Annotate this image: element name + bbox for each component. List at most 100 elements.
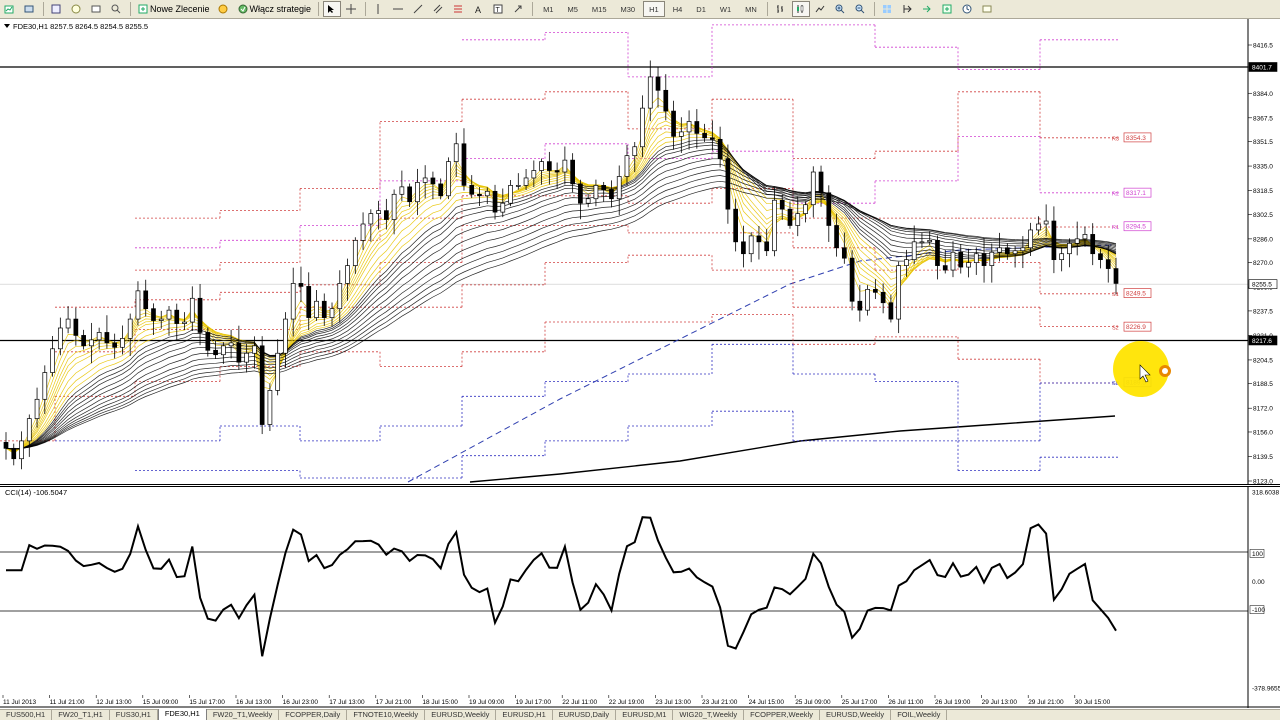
crosshair-tool-button[interactable] [343,1,361,17]
svg-text:R3: R3 [1112,136,1119,142]
time-axis-label: 19 Jul 09:00 [469,699,505,706]
chart-tab[interactable]: EURUSD,H1 [496,710,553,720]
time-axis-label: 12 Jul 13:00 [96,699,132,706]
upper-line-price-box: 8401.7 [1248,62,1278,72]
tester-button[interactable] [108,1,126,17]
chart-tab[interactable]: EURUSD,Weekly [820,710,892,720]
price-axis-label: 8351.5 [1253,139,1273,146]
tf-m30[interactable]: M30 [615,1,642,17]
autoscroll-button[interactable] [919,1,937,17]
main-toolbar: Nowe Zlecenie Włącz strategie A T M1 M5 … [0,0,1280,19]
label-button[interactable]: T [490,1,508,17]
chart-tab[interactable]: WIG20_T,Weekly [673,710,745,720]
vertical-line-icon [377,4,379,14]
metaeditor-button[interactable] [215,1,233,17]
line-chart-button[interactable] [812,1,830,17]
new-chart-button[interactable] [1,1,19,17]
svg-text:8294.5: 8294.5 [1126,224,1146,231]
chart-tab[interactable]: EURUSD,Daily [553,710,617,720]
time-axis-label: 25 Jul 09:00 [795,699,831,706]
market-watch-button[interactable] [48,1,66,17]
text-button[interactable]: A [470,1,488,17]
chart-tab[interactable]: FUS30,H1 [110,710,158,720]
autoscroll-icon [922,5,931,13]
zoom-out-button[interactable] [852,1,870,17]
price-axis-label: 8123.0 [1253,479,1273,486]
chart-tab[interactable]: FUS500,H1 [0,710,53,720]
periods-button[interactable] [959,1,977,17]
tf-d1[interactable]: D1 [690,1,712,17]
tf-m15[interactable]: M15 [586,1,613,17]
profiles-icon [24,5,34,13]
time-axis-label: 16 Jul 13:00 [236,699,272,706]
new-order-button[interactable]: Nowe Zlecenie [135,1,213,17]
chart-header: FDE30,H1 8257.5 8264.5 8254.5 8255.5 [13,22,148,31]
cci-axis-label: -100 [1249,605,1265,614]
price-chart[interactable]: R3 8354.3 R2 8317.1 R1 8294.5 S1 8249.5 S2 8226.9… [0,19,1280,485]
vertical-line-button[interactable] [370,1,388,17]
channel-button[interactable] [430,1,448,17]
price-axis-label: 8172.0 [1253,406,1273,413]
tf-m5[interactable]: M5 [561,1,583,17]
horizontal-line-button[interactable] [390,1,408,17]
magnifier-icon [111,4,121,14]
indicators-icon [942,4,952,14]
navigator-icon [71,4,81,14]
svg-text:8354.3: 8354.3 [1126,135,1146,142]
chart-tab[interactable]: FTNOTE10,Weekly [347,710,426,720]
bar-chart-button[interactable] [772,1,790,17]
cursor-arrow-icon [328,5,335,13]
tf-h1[interactable]: H1 [643,1,665,17]
candle [267,383,273,432]
tile-windows-button[interactable] [879,1,897,17]
cci-indicator-panel[interactable]: CCI(14) -106.5047 318.6038 100 0.00 -100 -37… [0,486,1280,708]
fibo-button[interactable] [450,1,468,17]
navigator-button[interactable] [68,1,86,17]
chart-tab[interactable]: FCOPPER,Daily [279,710,348,720]
svg-text:8217.6: 8217.6 [1252,338,1272,345]
autotrading-icon [238,4,248,14]
cci-axis-label: 100 [1249,549,1265,558]
chart-tab[interactable]: FOIL,Weekly [891,710,948,720]
chart-tab[interactable]: FCOPPER,Weekly [744,710,820,720]
chart-shift-button[interactable] [899,1,917,17]
chart-tab[interactable]: EURUSD,Weekly [425,710,497,720]
time-axis-label: 22 Jul 11:00 [562,699,597,706]
autotrading-button[interactable]: Włącz strategie [235,1,315,17]
cursor-tool-button[interactable] [323,1,342,17]
tf-h4[interactable]: H4 [667,1,689,17]
channel-icon [433,4,443,14]
price-axis-label: 8335.0 [1253,164,1273,171]
price-axis-label: 8156.0 [1253,429,1273,436]
tf-m1[interactable]: M1 [537,1,559,17]
text-icon: A [475,5,481,14]
arrows-button[interactable] [510,1,528,17]
chart-tab[interactable]: EURUSD,M1 [616,710,674,720]
chart-tab[interactable]: FW20_T1,Weekly [207,710,280,720]
candle-chart-button[interactable] [791,1,810,17]
time-axis-label: 17 Jul 13:00 [329,699,365,706]
terminal-button[interactable] [88,1,106,17]
chart-tab[interactable]: FW20_T1,H1 [52,710,110,720]
market-watch-icon [51,4,61,14]
trendline-button[interactable] [410,1,428,17]
time-axis-label: 11 Jul 2013 [3,699,37,706]
indicators-button[interactable] [939,1,957,17]
zoom-in-button[interactable] [832,1,850,17]
new-order-label: Nowe Zlecenie [150,4,210,14]
time-axis-label: 26 Jul 19:00 [935,699,971,706]
profiles-button[interactable] [21,1,39,17]
crosshair-icon [346,4,357,14]
chart-tab[interactable]: FDE30,H1 [157,709,207,720]
svg-text:S2: S2 [1112,326,1119,332]
tf-w1[interactable]: W1 [714,1,737,17]
templates-button[interactable] [979,1,997,17]
time-axis-label: 29 Jul 13:00 [982,699,1018,706]
tf-mn[interactable]: MN [739,1,763,17]
time-axis-label: 30 Jul 15:00 [1075,699,1111,706]
cci-header: CCI(14) -106.5047 [5,488,67,497]
time-axis-label: 17 Jul 21:00 [376,699,412,706]
svg-text:8226.9: 8226.9 [1126,324,1146,331]
svg-text:8401.7: 8401.7 [1252,64,1272,71]
svg-text:0.00: 0.00 [1252,579,1265,586]
